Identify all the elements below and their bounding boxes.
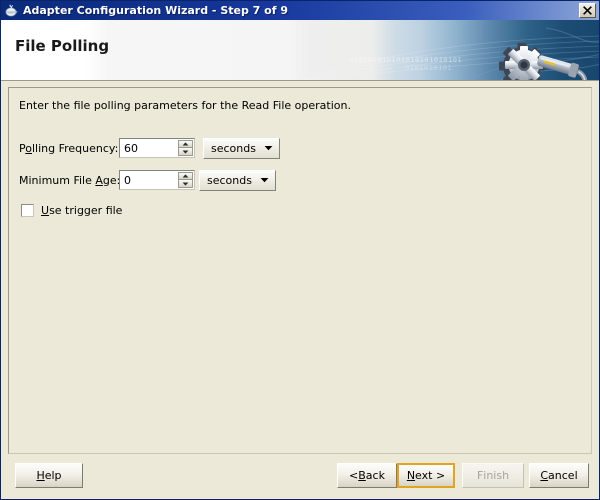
content-panel: Enter the file polling parameters for th… [8, 87, 592, 454]
label-prefix: Minimum File [19, 173, 96, 187]
polling-frequency-unit-value: seconds [211, 141, 256, 155]
chevron-down-icon [260, 177, 269, 183]
polling-frequency-row: Polling Frequency: seconds [19, 137, 280, 159]
minimum-file-age-spin-buttons [178, 172, 193, 188]
wizard-window: Adapter Configuration Wizard - Step 7 of… [0, 0, 600, 500]
spinner-down-button[interactable] [178, 148, 193, 156]
banner-binary-text-1: 010101010101010101010101 [349, 56, 463, 64]
button-suffix: elp [44, 469, 62, 482]
polling-frequency-input[interactable] [120, 139, 178, 157]
button-mnemonic: H [36, 469, 45, 482]
triangle-down-icon [182, 150, 189, 154]
button-suffix: ext > [415, 469, 446, 482]
label-suffix: ge: [102, 173, 121, 187]
minimum-file-age-input[interactable] [120, 171, 178, 189]
spinner-down-button[interactable] [178, 180, 193, 188]
spinner-up-button[interactable] [178, 172, 193, 180]
next-button[interactable]: Next > [397, 463, 455, 488]
button-mnemonic: B [358, 469, 366, 482]
polling-frequency-spinner[interactable] [119, 138, 195, 158]
label-suffix: se trigger file [49, 203, 123, 217]
triangle-up-icon [182, 142, 189, 146]
use-trigger-file-label: Use trigger file [41, 204, 122, 217]
close-button[interactable] [579, 3, 596, 18]
title-bar: Adapter Configuration Wizard - Step 7 of… [1, 1, 599, 20]
label-mnemonic: o [25, 141, 32, 155]
button-mnemonic: N [406, 469, 416, 482]
triangle-up-icon [182, 174, 189, 178]
minimum-file-age-label: Minimum File Age: [19, 173, 121, 187]
java-coffee-cup-icon [4, 3, 19, 18]
label-mnemonic: U [41, 203, 50, 217]
polling-frequency-unit-dropdown[interactable]: seconds [203, 137, 280, 159]
window-title: Adapter Configuration Wizard - Step 7 of… [23, 4, 288, 17]
chevron-down-icon [264, 145, 273, 151]
triangle-down-icon [182, 182, 189, 186]
button-suffix: ancel [548, 469, 578, 482]
help-button[interactable]: Help [15, 463, 83, 488]
wizard-banner: 010101010101010101010101 0101010101 File… [1, 20, 599, 81]
minimum-file-age-spinner[interactable] [119, 170, 195, 190]
close-icon [583, 6, 592, 15]
button-bar: Help < Back Next > Finish Cancel [1, 455, 599, 499]
banner-binary-text-2: 0101010101 [405, 64, 453, 72]
minimum-file-age-unit-dropdown[interactable]: seconds [199, 169, 276, 191]
spinner-up-button[interactable] [178, 140, 193, 148]
cancel-button[interactable]: Cancel [529, 463, 589, 488]
button-suffix: ack [365, 469, 385, 482]
instruction-text: Enter the file polling parameters for th… [19, 99, 351, 112]
button-prefix: < [349, 469, 359, 482]
button-mnemonic: C [540, 469, 549, 482]
page-title: File Polling [15, 37, 110, 55]
button-suffix: inish [483, 469, 510, 482]
label-suffix: lling Frequency: [31, 141, 119, 155]
use-trigger-file-row[interactable]: Use trigger file [21, 202, 122, 218]
use-trigger-file-checkbox[interactable] [21, 203, 34, 217]
back-button[interactable]: < Back [337, 463, 397, 488]
finish-button: Finish [462, 463, 524, 488]
polling-frequency-spin-buttons [178, 140, 193, 156]
minimum-file-age-unit-value: seconds [207, 173, 252, 187]
content-area: Enter the file polling parameters for th… [1, 81, 599, 455]
polling-frequency-label: Polling Frequency: [19, 142, 119, 155]
label-mnemonic: A [95, 173, 103, 187]
minimum-file-age-row: Minimum File Age: seconds [19, 169, 276, 191]
